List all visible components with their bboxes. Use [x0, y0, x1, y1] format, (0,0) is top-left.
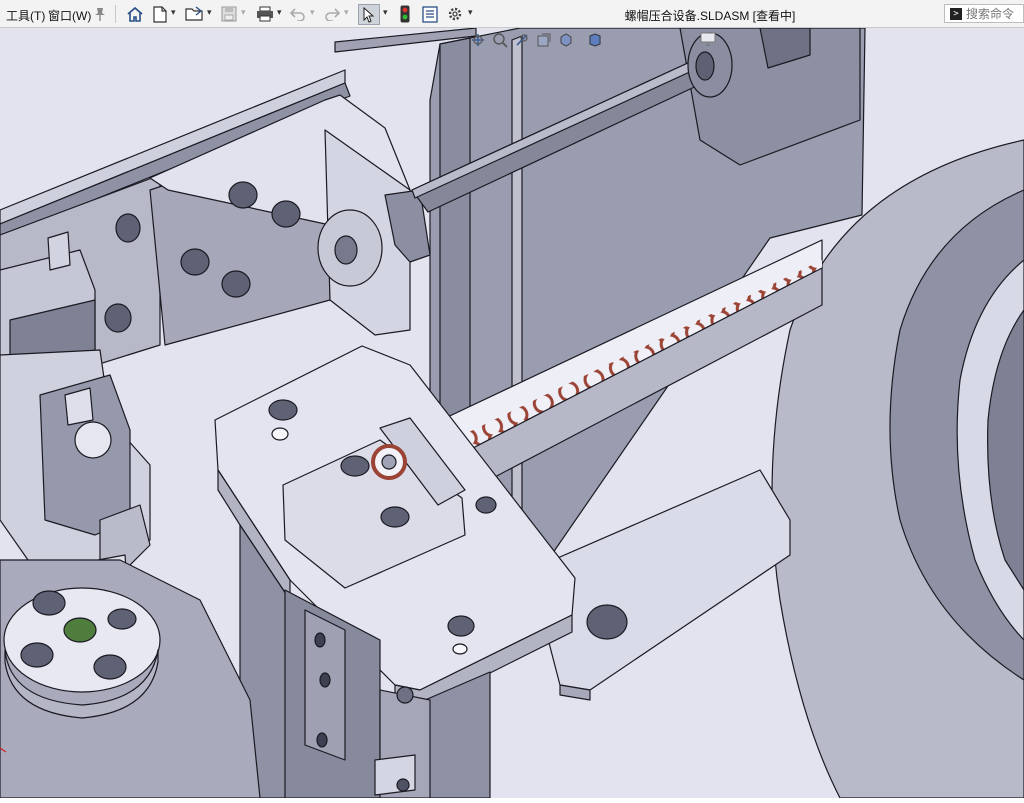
table-pocket [32, 590, 66, 616]
fitting-nut [396, 686, 414, 704]
undo-icon [288, 4, 308, 24]
print-dropdown-icon[interactable]: ▾ [277, 7, 282, 18]
options-dropdown-icon[interactable]: ▾ [468, 7, 473, 18]
cylinder-port [314, 632, 326, 648]
plate-hole [115, 213, 141, 243]
zoom-area-icon[interactable] [492, 32, 508, 53]
gripper-pin [47, 231, 71, 271]
toolbar-separator [115, 5, 116, 23]
document-title: 螺帽压合设备.SLDASM [查看中] [624, 9, 796, 23]
zoom-to-fit-icon[interactable] [470, 32, 486, 53]
cylinder-port [316, 732, 328, 748]
table-pocket [107, 608, 137, 630]
redo-icon [322, 4, 342, 24]
options-icon[interactable] [445, 4, 465, 24]
plate-hole [452, 643, 468, 655]
nut-bore [381, 454, 397, 470]
graphics-area[interactable] [0, 27, 1024, 799]
search-input[interactable]: 搜索命令 [966, 5, 1014, 22]
open-dropdown-icon[interactable]: ▾ [207, 7, 212, 18]
home-icon[interactable] [124, 4, 146, 24]
plate-hole [221, 270, 251, 298]
title-toolbar: 工具(T) 窗口(W) ▾ ▾ ▾ ▾ ▾ ▾ ▾ ▾ 螺帽压合设备.SLDAS… [0, 0, 1024, 28]
display-style-icon[interactable] [588, 32, 602, 53]
pressed-nut [63, 617, 97, 643]
select-icon[interactable] [358, 4, 380, 25]
plate-hole [228, 181, 258, 209]
new-dropdown-icon[interactable]: ▾ [171, 7, 176, 18]
bottom-fitting [396, 778, 410, 792]
menu-tools[interactable]: 工具(T) [6, 7, 45, 24]
view-orientation-icon[interactable] [558, 32, 574, 53]
plate-hole [271, 427, 289, 441]
undo-dropdown-icon: ▾ [310, 7, 315, 17]
bottom-block [374, 754, 416, 796]
plate-hole [340, 455, 370, 477]
plate-hole [180, 248, 210, 276]
select-dropdown-icon[interactable]: ▾ [383, 7, 388, 18]
rebuild-icon[interactable] [396, 4, 414, 24]
plate-hole [447, 615, 475, 637]
guide-roller-hole [334, 235, 358, 265]
press-head-stud [64, 387, 94, 426]
column-rib [511, 35, 523, 559]
open-icon[interactable] [182, 4, 206, 24]
new-document-icon[interactable] [150, 4, 170, 24]
plate-hole [586, 604, 628, 640]
plate-hole [380, 506, 410, 528]
save-dropdown-icon: ▾ [241, 7, 246, 17]
cylinder-port [319, 672, 331, 688]
table-pocket [93, 654, 127, 680]
section-view-icon[interactable] [536, 32, 552, 53]
table-pocket [20, 642, 54, 668]
save-icon [218, 4, 240, 24]
previous-view-icon[interactable] [514, 32, 530, 53]
file-properties-icon[interactable] [419, 4, 441, 24]
plate-hole [271, 200, 301, 228]
search-commands-box[interactable]: > 搜索命令 [944, 4, 1024, 23]
plate-hole [268, 399, 298, 421]
rod-collar-hole [695, 51, 715, 81]
pin-icon[interactable] [92, 4, 108, 24]
menu-window[interactable]: 窗口(W) [48, 7, 91, 24]
apply-scene-icon[interactable] [700, 32, 716, 51]
plate-hole [475, 496, 497, 514]
command-prompt-icon: > [950, 7, 962, 20]
assembly-model [0, 27, 1024, 799]
redo-dropdown-icon: ▾ [344, 7, 349, 17]
print-icon[interactable] [254, 4, 276, 24]
press-head-bore [74, 421, 112, 459]
plate-hole [104, 303, 132, 333]
